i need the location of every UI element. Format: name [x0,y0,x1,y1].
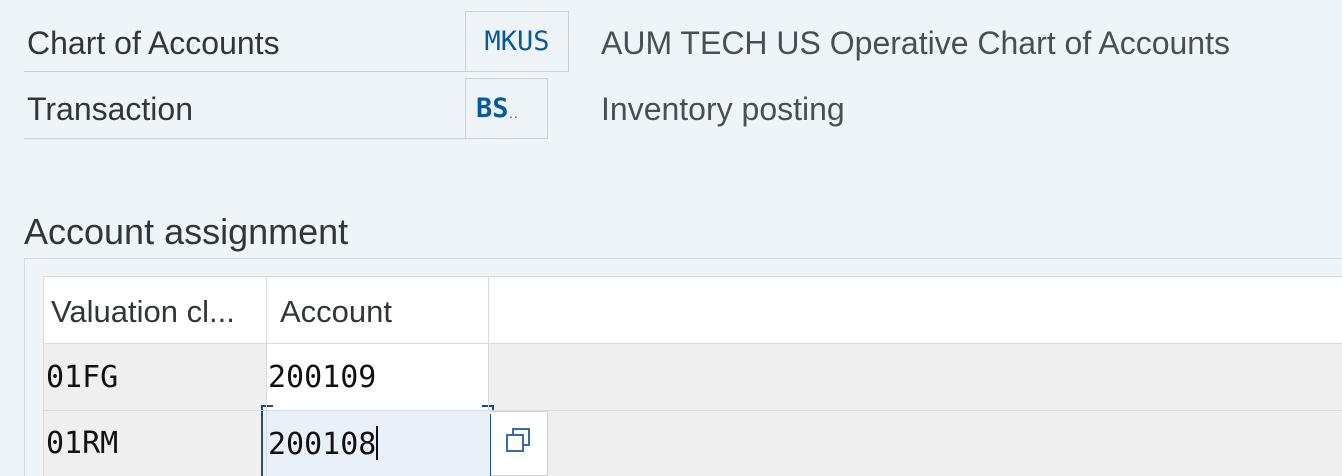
column-header-valuation-class[interactable]: Valuation cl... [51,294,235,330]
transaction-underline [24,138,466,139]
chart-of-accounts-code[interactable]: MKUS [465,11,569,72]
chart-of-accounts-description: AUM TECH US Operative Chart of Accounts [601,25,1230,61]
column-header-account[interactable]: Account [280,294,392,330]
row-2-account-value: 200108 [268,426,379,462]
row-2-account-text: 200108 [268,427,377,462]
focus-edge-left [261,414,263,476]
copy-icon [503,425,535,462]
table-header-row [44,277,1342,343]
chart-of-accounts-underline [24,71,466,72]
value-help-button[interactable] [491,411,548,476]
section-title: Account assignment [24,211,349,252]
truncation-mark: .. [508,111,519,120]
transaction-label: Transaction [27,91,193,127]
row-divider [44,343,1342,344]
text-cursor [376,426,379,460]
transaction-code[interactable]: BS.. [465,78,548,139]
row-2-valuation-class: 01RM [46,426,119,461]
row-1-valuation-class: 01FG [46,360,119,395]
transaction-description: Inventory posting [601,91,845,127]
chart-of-accounts-label: Chart of Accounts [27,25,280,61]
column-divider [266,277,267,476]
row-divider [44,410,1342,411]
transaction-code-text: BS [476,93,509,124]
row-1-account-value: 200109 [268,360,377,395]
